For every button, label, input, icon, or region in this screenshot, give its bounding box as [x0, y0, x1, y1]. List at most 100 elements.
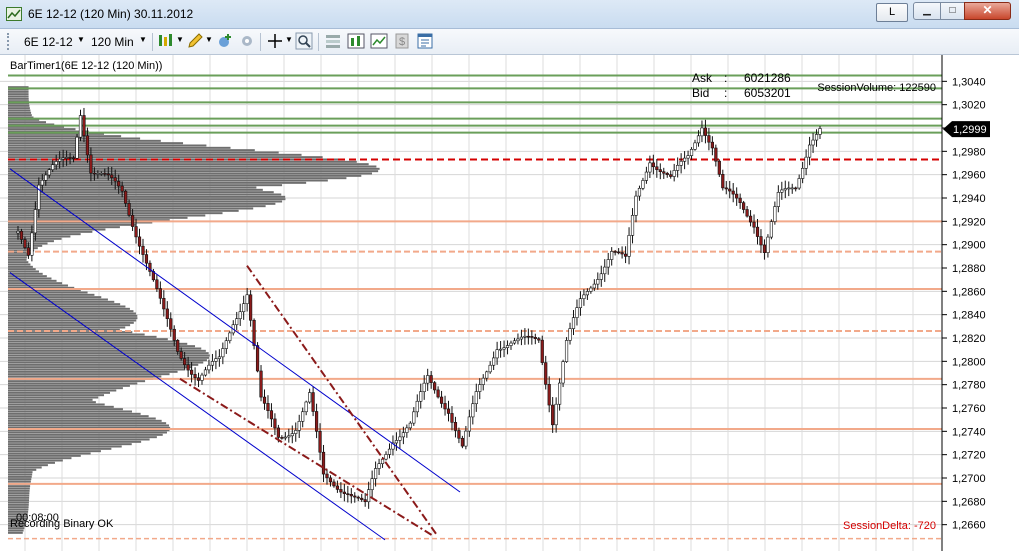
candle-body [374, 468, 378, 479]
candle-body [783, 188, 787, 191]
candle-body [189, 369, 194, 375]
maximize-icon[interactable]: □ [940, 2, 965, 20]
volume-profile-bar [8, 188, 263, 191]
chart-properties-icon[interactable] [347, 32, 365, 50]
volume-profile-bar [8, 111, 32, 114]
crosshair-icon[interactable] [266, 32, 284, 50]
candle-body [120, 185, 124, 192]
candle-body [606, 259, 610, 268]
candle-body [571, 317, 576, 329]
candle-body [294, 430, 298, 434]
candle-body [443, 403, 447, 410]
candle-body [467, 416, 471, 432]
volume-profile-bar [8, 366, 193, 369]
candle-body [578, 298, 583, 308]
candle-body [488, 364, 492, 373]
volume-profile-bar [8, 279, 57, 282]
add-indicator-icon[interactable] [216, 32, 234, 50]
candle-body [26, 247, 31, 256]
volume-profile-bar [8, 401, 96, 404]
candle-body [533, 336, 537, 339]
candle-body [814, 134, 819, 141]
candle-body [328, 477, 333, 483]
candle-body [89, 154, 93, 174]
interval-selector[interactable]: 120 Min [91, 35, 134, 49]
price-chart[interactable]: 1,30401,30201,30001,29801,29601,29401,29… [0, 55, 1019, 551]
chart-style-dropdown-icon[interactable]: ▼ [176, 35, 184, 44]
candle-body [679, 160, 683, 166]
candle-body [415, 400, 419, 413]
price-axis-label: 1,2780 [952, 380, 986, 392]
title-bar[interactable]: 6E 12-12 (120 Min) 30.11.2012 L ▁ □ ✕ [0, 0, 1019, 29]
candle-body [728, 188, 732, 192]
minimize-icon[interactable]: ▁ [913, 2, 941, 20]
volume-profile-bar [8, 492, 30, 495]
candle-body [325, 473, 329, 479]
candle-body [422, 382, 426, 393]
layout-button[interactable]: L [876, 3, 908, 22]
volume-profile-bar [8, 352, 209, 355]
instrument-selector[interactable]: 6E 12-12 [24, 35, 73, 49]
candle-body [540, 339, 544, 363]
volume-profile-bar [8, 228, 106, 231]
candle-body [200, 374, 204, 381]
zoom-icon[interactable] [295, 32, 313, 50]
volume-profile-bar [8, 291, 88, 294]
volume-profile-bar [8, 356, 210, 359]
candle-body [398, 436, 402, 441]
volume-profile-bar [8, 321, 134, 324]
volume-profile-bar [8, 137, 141, 140]
candle-body [54, 161, 58, 166]
strategy-icon[interactable] [238, 32, 256, 50]
candle-body [16, 230, 20, 234]
candlestick-style-icon[interactable] [157, 32, 175, 50]
candle-body [287, 435, 291, 438]
volume-profile-bar [8, 408, 123, 411]
candle-body [311, 392, 315, 412]
candle-body [485, 371, 489, 379]
interval-dropdown-icon[interactable]: ▼ [139, 35, 147, 44]
candle-body [547, 384, 551, 406]
volume-profile-bar [8, 186, 257, 189]
volume-profile-bar [8, 361, 204, 364]
candle-body [78, 115, 83, 138]
candle-body [262, 396, 267, 404]
line-chart-icon[interactable] [370, 32, 388, 50]
recording-status: Recording Binary OK [10, 518, 114, 530]
volume-profile-bar [8, 135, 122, 138]
template-icon[interactable] [416, 32, 434, 50]
candle-body [755, 226, 760, 237]
candle-body [537, 338, 541, 341]
candle-body [682, 157, 687, 162]
pencil-draw-icon[interactable] [186, 32, 204, 50]
candle-body [672, 170, 676, 177]
candle-body [82, 115, 86, 137]
volume-profile-bar [8, 144, 207, 147]
toolbar-grip[interactable] [7, 33, 12, 50]
volume-profile-bar [8, 172, 372, 175]
candle-body [283, 436, 287, 439]
volume-profile-bar [8, 198, 286, 201]
volume-profile-bar [8, 387, 123, 390]
candle-body [339, 489, 343, 493]
instrument-dropdown-icon[interactable]: ▼ [77, 35, 85, 44]
volume-profile-bar [8, 319, 137, 322]
candle-body [61, 157, 65, 160]
volume-profile-bar [8, 254, 29, 257]
candle-body [186, 364, 190, 371]
crosshair-dropdown-icon[interactable]: ▼ [285, 35, 293, 44]
volume-profile-bar [8, 457, 72, 460]
volume-profile-bar [8, 373, 170, 376]
volume-profile-bar [8, 384, 130, 387]
candle-body [290, 433, 294, 437]
draw-dropdown-icon[interactable]: ▼ [205, 35, 213, 44]
candle-body [321, 451, 326, 475]
volume-profile-bar [8, 443, 132, 446]
data-box-icon[interactable] [324, 32, 342, 50]
candle-body [582, 294, 586, 300]
dollar-icon[interactable]: $ [393, 32, 411, 50]
candle-body [742, 202, 746, 210]
volume-profile-bar [8, 233, 81, 236]
candle-body [627, 235, 631, 257]
close-icon[interactable]: ✕ [964, 2, 1011, 20]
